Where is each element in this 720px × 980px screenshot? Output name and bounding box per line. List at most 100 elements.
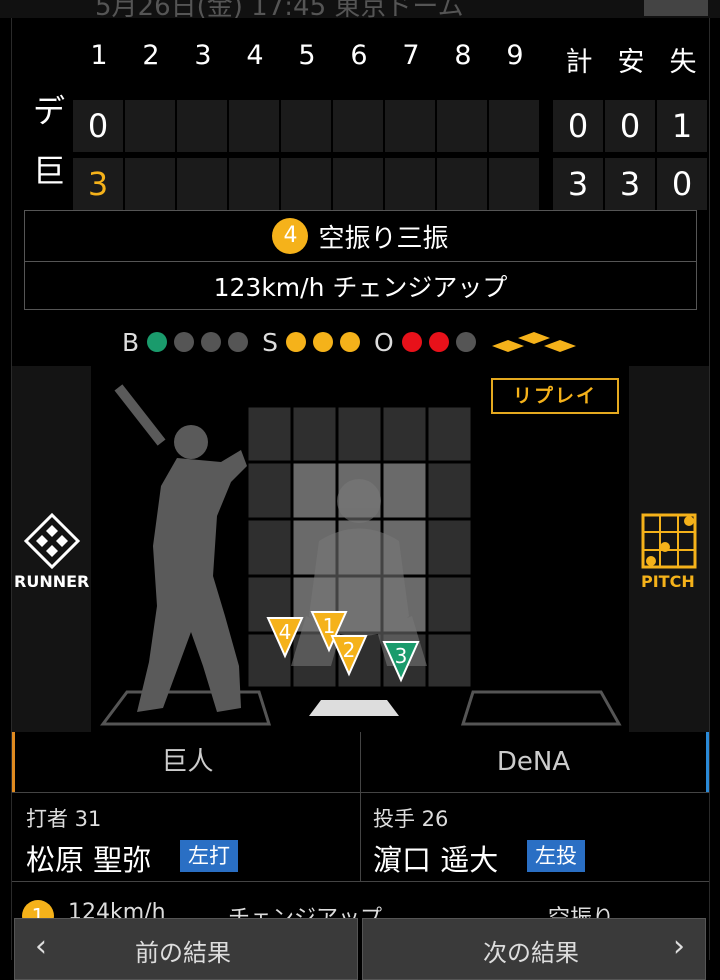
inning-score-cell — [229, 100, 279, 152]
errors-header: 失 — [669, 47, 697, 78]
ball-dot — [147, 332, 168, 352]
matchup: 打者 31 松原 聖弥 左打 投手 26 濵口 遥大 左投 — [12, 793, 709, 882]
prev-result-button[interactable]: ‹ 前の結果 — [14, 918, 358, 980]
batter-number-label: 打者 31 — [26, 807, 102, 831]
out-label: O — [374, 327, 394, 357]
strike-zone-graphic: 12 3 4 — [100, 384, 622, 726]
team-tabs: 巨人 DeNA — [12, 732, 709, 793]
menu-button[interactable] — [644, 0, 708, 16]
batter-silhouette — [114, 384, 247, 712]
batter-box-left — [100, 690, 272, 726]
pitch-marker-number: 1 — [323, 614, 336, 638]
hits-cell: 3 — [605, 158, 655, 210]
batter-hand-badge: 左打 — [180, 840, 238, 872]
inning-header-1: 1 — [90, 40, 108, 71]
inning-score-cell — [177, 158, 227, 210]
pitcher-name: 濵口 遥大 — [373, 843, 499, 877]
pitch-label: PITCH — [641, 572, 695, 591]
prev-result-label: 前の結果 — [135, 939, 231, 967]
inning-score-cell: 3 — [73, 158, 123, 210]
inning-score-cell: 0 — [73, 100, 123, 152]
inning-score-cell — [385, 100, 435, 152]
bases-icon — [491, 332, 576, 352]
batter-info[interactable]: 打者 31 松原 聖弥 左打 — [12, 793, 357, 881]
total-runs-cell: 0 — [553, 100, 603, 152]
errors-cell: 1 — [657, 100, 707, 152]
inning-header-7: 7 — [402, 40, 420, 71]
errors-cell: 0 — [657, 158, 707, 210]
scoreboard: 1 2 3 4 5 6 7 8 9 計 安 失 デ 巨 00013330 — [12, 18, 709, 210]
hits-cell: 0 — [605, 100, 655, 152]
inning-score-cell — [489, 158, 539, 210]
inning-score-cell — [281, 100, 331, 152]
tab-home-team[interactable]: 巨人 — [12, 732, 360, 792]
inning-score-cell — [437, 100, 487, 152]
chevron-left-icon: ‹ — [35, 929, 47, 964]
diamond-icon — [23, 512, 81, 570]
inning-score-cell — [489, 100, 539, 152]
ball-dot — [201, 332, 222, 352]
pitch-button[interactable]: PITCH — [629, 506, 709, 596]
total-runs-cell: 3 — [553, 158, 603, 210]
next-result-button[interactable]: 次の結果 › — [362, 918, 706, 980]
ball-label: B — [122, 327, 140, 357]
inning-score-cell — [333, 100, 383, 152]
ball-dot — [228, 332, 249, 352]
out-dot — [401, 332, 422, 352]
inning-score-cell — [437, 158, 487, 210]
runner-button[interactable]: RUNNER — [12, 506, 92, 596]
game-date: 5月26日(金) 17:45 東京ドーム — [95, 0, 464, 18]
batter-box-right — [460, 690, 622, 726]
status-strip: 5月26日(金) 17:45 東京ドーム — [0, 0, 720, 18]
total-runs-header: 計 — [565, 47, 593, 78]
inning-score-cell — [385, 158, 435, 210]
pitch-number-badge: 4 — [272, 218, 309, 254]
pitcher-number-label: 投手 26 — [373, 807, 449, 831]
strike-dot — [286, 332, 307, 352]
pitcher-info[interactable]: 投手 26 濵口 遥大 左投 — [361, 793, 706, 881]
inning-header-4: 4 — [246, 40, 264, 71]
inning-header-3: 3 — [194, 40, 212, 71]
inning-score-cell — [125, 158, 175, 210]
play-result-box: 4 空振り三振 123km/h チェンジアップ — [24, 210, 697, 310]
play-result-text: 空振り三振 — [318, 223, 449, 254]
out-dot — [455, 332, 476, 352]
pitch-marker-number: 4 — [279, 620, 292, 644]
home-team-abbr: 巨 — [32, 152, 65, 190]
tab-away-team[interactable]: DeNA — [361, 732, 709, 792]
pitch-detail-text: 123km/h チェンジアップ — [213, 272, 508, 302]
strike-label: S — [262, 327, 279, 357]
batter-scene: 12 3 4 リプレイ — [91, 366, 629, 732]
away-team-abbr: デ — [32, 92, 65, 130]
inning-header-2: 2 — [142, 40, 160, 71]
chevron-right-icon: › — [673, 929, 685, 964]
inning-score-cell — [125, 100, 175, 152]
result-nav: ‹ 前の結果 次の結果 › — [12, 918, 709, 980]
strike-zone-icon — [641, 513, 697, 569]
pitch-log-row: 1 124km/h チェンジアップ 空振り — [12, 882, 709, 922]
inning-score-cell — [333, 158, 383, 210]
home-plate — [309, 700, 399, 716]
inning-score-cell — [281, 158, 331, 210]
inning-header-6: 6 — [350, 40, 368, 71]
inning-score-cell — [177, 100, 227, 152]
pitch-marker-number: 3 — [395, 644, 408, 668]
next-result-label: 次の結果 — [483, 939, 579, 967]
batter-name: 松原 聖弥 — [26, 843, 152, 877]
game-panel: 1 2 3 4 5 6 7 8 9 計 安 失 デ 巨 00013330 4 空… — [11, 18, 710, 980]
strike-dot — [313, 332, 334, 352]
strike-dot — [340, 332, 361, 352]
hits-header: 安 — [617, 47, 645, 78]
pitch-marker-number: 2 — [343, 638, 356, 662]
replay-button[interactable]: リプレイ — [491, 378, 619, 414]
inning-header-5: 5 — [298, 40, 316, 71]
ball-dot — [174, 332, 195, 352]
inning-score-cell — [229, 158, 279, 210]
out-dot — [428, 332, 449, 352]
inning-header-8: 8 — [454, 40, 472, 71]
pitch-view: RUNNER PITCH 1 2 3 4 リプレイ — [12, 366, 709, 732]
inning-header-9: 9 — [506, 40, 524, 71]
runner-label: RUNNER — [14, 572, 90, 591]
ball-strike-out-count: B S O — [122, 325, 580, 359]
pitcher-hand-badge: 左投 — [527, 840, 585, 872]
